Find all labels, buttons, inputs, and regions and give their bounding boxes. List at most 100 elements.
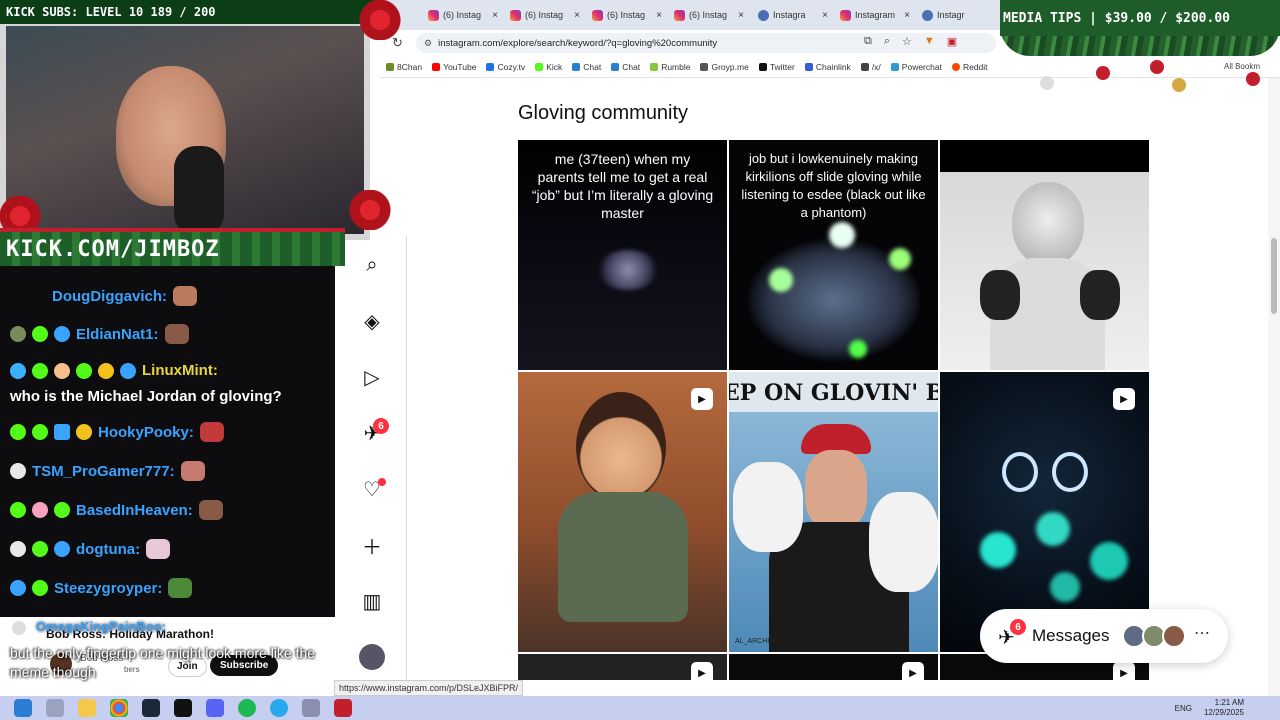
close-icon[interactable]: × xyxy=(656,10,662,21)
app-icon[interactable] xyxy=(302,699,320,717)
christmas-bow xyxy=(350,0,410,40)
close-icon[interactable]: × xyxy=(492,10,498,21)
zoom-icon[interactable]: ⌕ xyxy=(884,35,890,48)
reddit-icon xyxy=(951,62,960,71)
bookmark-kick[interactable]: Kick xyxy=(535,62,562,72)
emote xyxy=(146,539,171,559)
file-explorer-icon[interactable] xyxy=(78,699,96,717)
emote xyxy=(199,422,224,442)
post-tile[interactable]: ▶ xyxy=(729,654,938,680)
post-tile[interactable]: me (37teen) when my parents tell me to g… xyxy=(518,140,727,370)
clock[interactable]: 1:21 AM 12/29/2025 xyxy=(1204,698,1244,718)
dashboard-icon[interactable]: ▥ xyxy=(359,588,385,614)
chat-username[interactable]: TSM_ProGamer777: xyxy=(32,463,175,480)
bookmark-twitter[interactable]: Twitter xyxy=(758,62,795,72)
obs-icon[interactable] xyxy=(334,699,352,717)
instagram-explore-page: Gloving community me (37teen) when my pa… xyxy=(408,78,1268,680)
close-icon[interactable]: × xyxy=(822,10,828,21)
browser-tab[interactable]: (6) Instag × xyxy=(424,5,504,25)
ornament xyxy=(1040,76,1054,90)
extension-metamask-icon[interactable]: ▼ xyxy=(924,35,935,48)
terminal-icon[interactable] xyxy=(174,699,192,717)
bookmark-chat-2[interactable]: Chat xyxy=(611,62,640,72)
badge-icon xyxy=(32,424,48,440)
scrollbar-thumb[interactable] xyxy=(1271,238,1277,314)
close-icon[interactable]: × xyxy=(904,10,910,21)
close-icon[interactable]: × xyxy=(738,10,744,21)
bookmark-groyp[interactable]: Groyp.me xyxy=(700,62,749,72)
star-icon[interactable]: ☆ xyxy=(902,35,912,48)
bookmark-label: Chainlink xyxy=(815,61,851,72)
instagram-sidebar: ⌕ ◈ ▷ ✈ 6 ♡ ＋ ▥ xyxy=(335,236,407,680)
bookmark-x[interactable]: /x/ xyxy=(860,62,881,72)
windows-start-icon[interactable] xyxy=(14,699,32,717)
more-icon[interactable]: ⋯ xyxy=(1194,623,1210,643)
bookmark-icon xyxy=(386,62,394,71)
badge-icon xyxy=(54,502,70,518)
instagram-icon xyxy=(840,9,851,21)
chat-username[interactable]: Steezygroyper: xyxy=(54,580,162,597)
reels-icon: ▶ xyxy=(691,388,713,410)
bookmark-label: Kick xyxy=(546,61,563,72)
discord-icon[interactable] xyxy=(206,699,224,717)
extension-icon[interactable]: ▣ xyxy=(947,35,957,48)
bookmark-chat[interactable]: Chat xyxy=(572,62,601,72)
bookmark-label: Rumble xyxy=(661,61,691,72)
messages-button[interactable]: ✈ 6 Messages ⋯ xyxy=(980,609,1228,663)
telegram-icon[interactable] xyxy=(270,699,288,717)
chat-username[interactable]: BasedInHeaven: xyxy=(76,502,193,519)
badge-icon xyxy=(32,502,48,518)
message-avatars xyxy=(1122,624,1186,648)
post-caption: job but i lowkenuinely making kirkilions… xyxy=(741,151,926,220)
chat-username[interactable]: LinuxMint: xyxy=(142,362,218,379)
chat-username[interactable]: DougDiggavich: xyxy=(52,288,167,305)
bookmark-8chan[interactable]: 8Chan xyxy=(386,62,422,72)
chat-username[interactable]: OmegaKingPainBoo: xyxy=(36,619,166,634)
badge-icon xyxy=(10,362,26,379)
page-scrollbar[interactable] xyxy=(1268,78,1280,696)
browser-tab[interactable]: Instagra × xyxy=(754,5,834,25)
install-icon[interactable]: ⧉ xyxy=(864,35,872,48)
close-icon[interactable]: × xyxy=(574,10,580,21)
chat-username[interactable]: dogtuna: xyxy=(76,541,140,558)
explore-icon[interactable]: ◈ xyxy=(359,308,385,334)
man-face xyxy=(805,450,867,530)
browser-tab[interactable]: Instagr xyxy=(918,5,998,25)
create-icon[interactable]: ＋ xyxy=(359,532,385,559)
post-tile[interactable]: ▶ xyxy=(518,372,727,652)
chat-message: EldianNat1: xyxy=(10,324,189,344)
glove-light xyxy=(769,268,793,292)
language-indicator[interactable]: ENG xyxy=(1175,704,1192,713)
bookmark-youtube[interactable]: YouTube xyxy=(432,62,476,72)
bookmark-powerchat[interactable]: Powerchat xyxy=(890,62,942,72)
chat-username[interactable]: EldianNat1: xyxy=(76,326,159,343)
chat-icon xyxy=(611,62,620,71)
chat-username[interactable]: HookyPooky: xyxy=(98,424,194,441)
site-info-icon[interactable]: ⚙ xyxy=(424,38,432,49)
post-tile[interactable]: job but i lowkenuinely making kirkilions… xyxy=(729,140,938,370)
profile-avatar[interactable] xyxy=(359,644,385,670)
all-bookmarks[interactable]: All Bookm xyxy=(1224,62,1260,71)
chrome-icon[interactable] xyxy=(110,699,128,717)
chat-icon xyxy=(572,62,581,71)
tab-label: (6) Instag xyxy=(607,10,646,20)
post-tile[interactable]: EP ON GLOVIN' BAE AL_ARCHIVE xyxy=(729,372,938,652)
search-icon[interactable]: ⌕ xyxy=(359,252,385,278)
reels-icon[interactable]: ▷ xyxy=(359,364,385,390)
browser-tab[interactable]: (6) Instag × xyxy=(670,5,750,25)
badge-icon xyxy=(32,580,48,596)
browser-tab[interactable]: (6) Instag × xyxy=(588,5,668,25)
badge-icon xyxy=(120,362,136,379)
post-tile[interactable] xyxy=(940,140,1149,370)
bookmark-rumble[interactable]: Rumble xyxy=(650,62,690,72)
post-tile[interactable]: ▶ xyxy=(518,654,727,680)
spotify-icon[interactable] xyxy=(238,699,256,717)
browser-tab[interactable]: Instagram × xyxy=(836,5,916,25)
bookmark-reddit[interactable]: Reddit xyxy=(951,62,988,72)
browser-tab[interactable]: (6) Instag × xyxy=(506,5,586,25)
bookmark-chainlink[interactable]: Chainlink xyxy=(804,61,851,72)
chat-message: HookyPooky: xyxy=(10,422,224,442)
task-view-icon[interactable] xyxy=(46,699,64,717)
bookmark-cozy[interactable]: Cozy.tv xyxy=(486,62,525,72)
steam-icon[interactable] xyxy=(142,699,160,717)
